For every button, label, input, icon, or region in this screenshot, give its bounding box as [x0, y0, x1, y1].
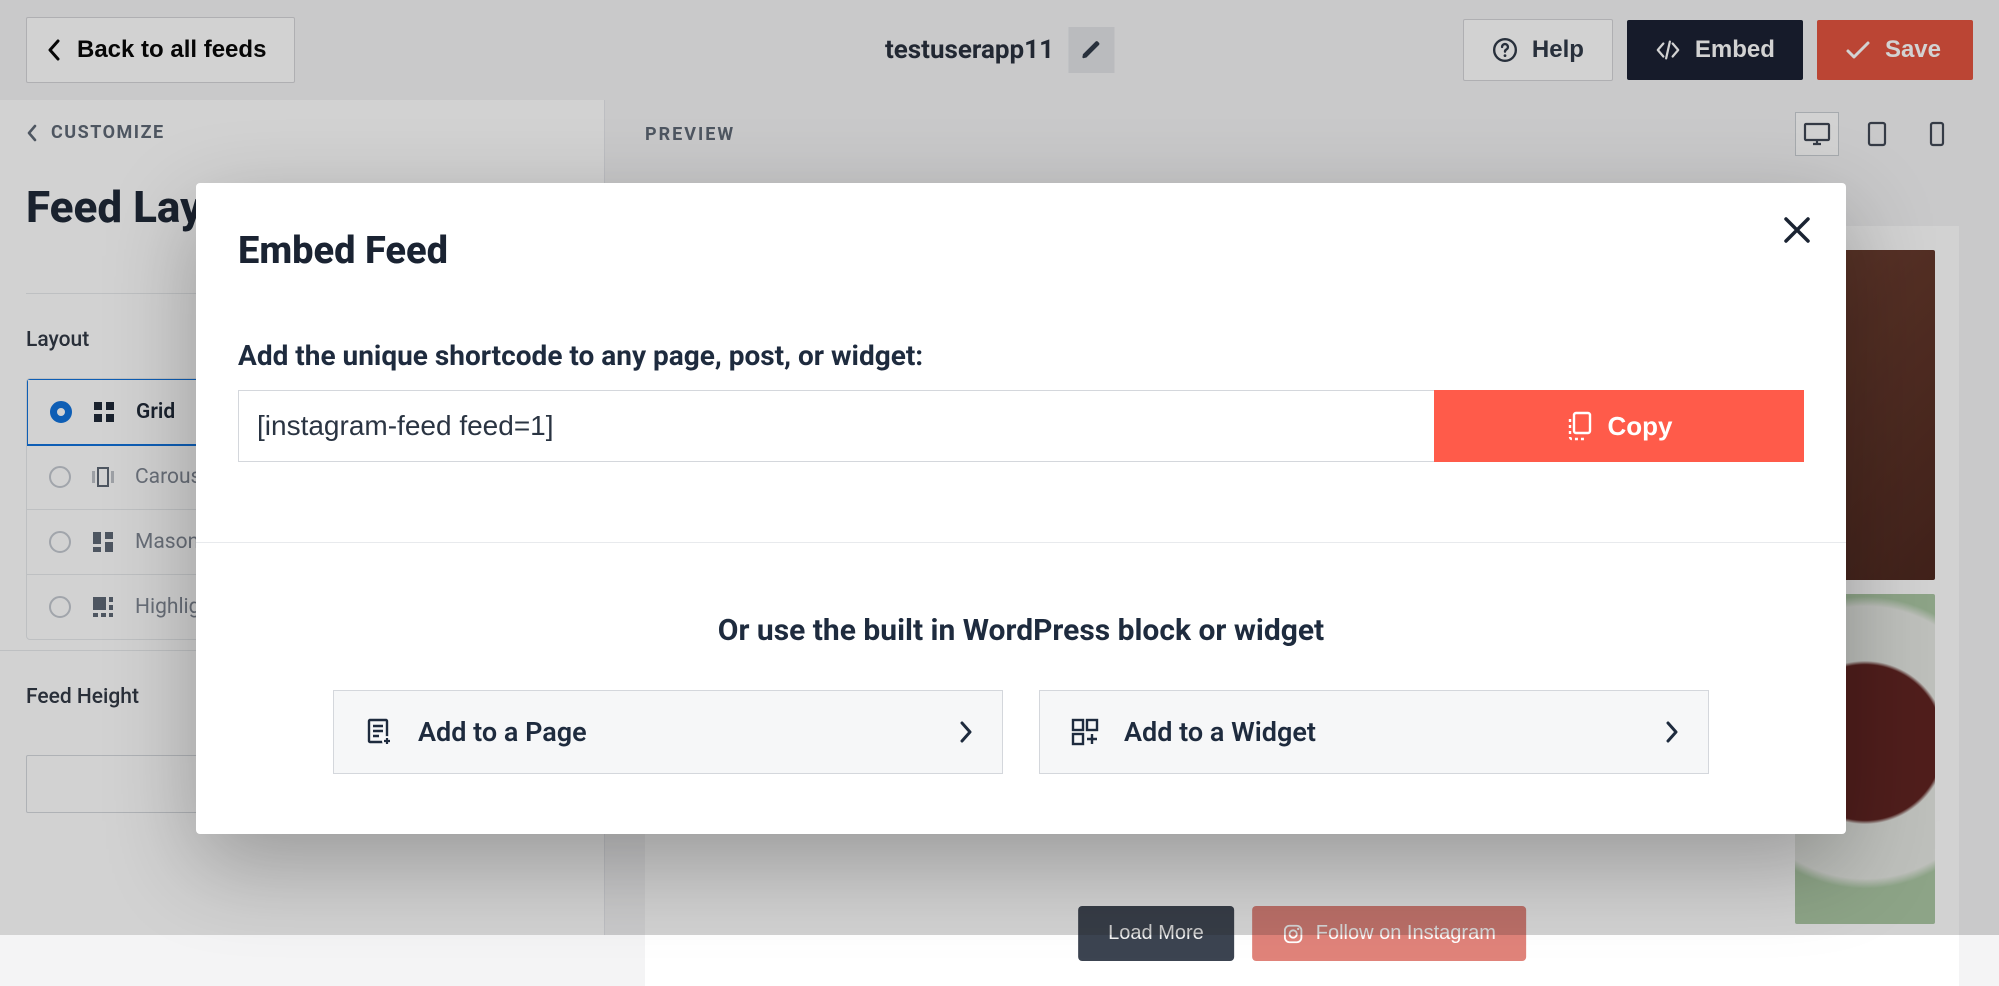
modal-divider — [196, 542, 1846, 543]
page-icon — [364, 717, 394, 747]
modal-or-heading: Or use the built in WordPress block or w… — [238, 613, 1804, 648]
copy-label: Copy — [1608, 411, 1673, 442]
modal-action-cards: Add to a Page Add to a Widget — [238, 690, 1804, 774]
add-page-label: Add to a Page — [418, 716, 587, 748]
shortcode-row: Copy — [238, 390, 1804, 462]
chevron-right-icon — [1665, 721, 1678, 743]
embed-feed-modal: Embed Feed Add the unique shortcode to a… — [196, 183, 1846, 834]
modal-close-button[interactable] — [1782, 215, 1812, 245]
widget-icon — [1070, 717, 1100, 747]
add-widget-label: Add to a Widget — [1124, 716, 1316, 748]
modal-title: Embed Feed — [238, 229, 1804, 273]
copy-icon — [1566, 411, 1592, 441]
chevron-right-icon — [959, 721, 972, 743]
copy-shortcode-button[interactable]: Copy — [1434, 390, 1804, 462]
add-to-page-button[interactable]: Add to a Page — [333, 690, 1003, 774]
modal-instruction: Add the unique shortcode to any page, po… — [238, 339, 1804, 372]
add-to-widget-button[interactable]: Add to a Widget — [1039, 690, 1709, 774]
shortcode-input[interactable] — [238, 390, 1434, 462]
close-icon — [1782, 215, 1812, 245]
